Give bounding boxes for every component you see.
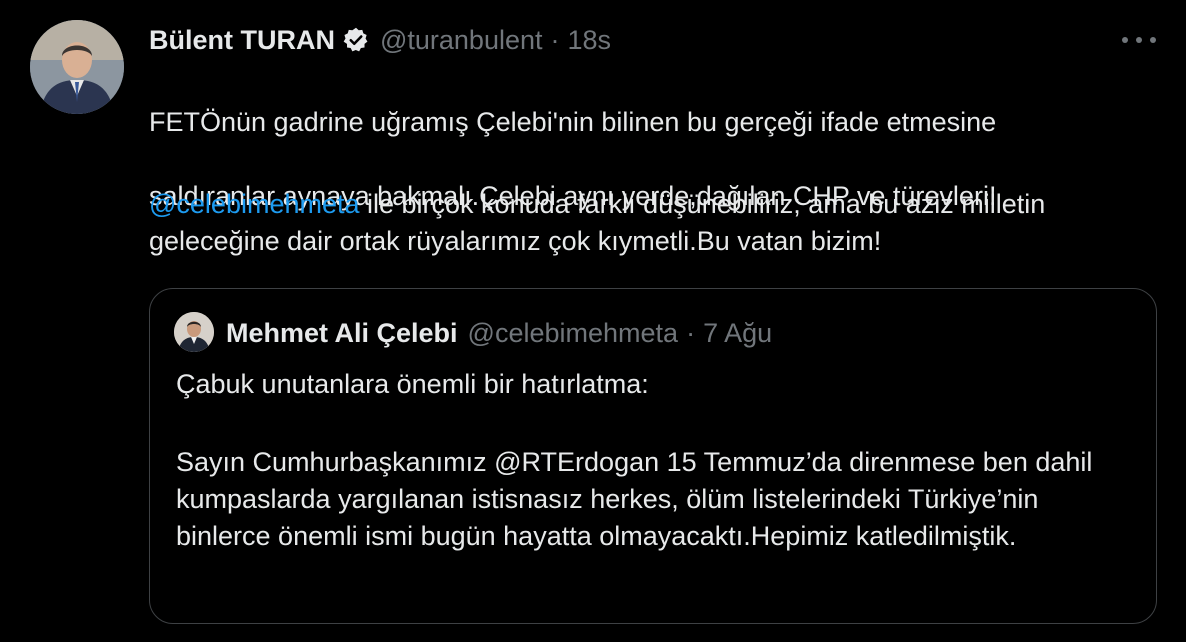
quoted-tweet[interactable]: Mehmet Ali Çelebi @celebimehmeta · 7 Ağu… <box>149 288 1157 624</box>
quoted-date[interactable]: 7 Ağu <box>703 318 772 349</box>
author-name[interactable]: Bülent TURAN <box>149 25 335 56</box>
verified-badge-icon <box>342 26 370 54</box>
quoted-separator-dot: · <box>686 317 696 348</box>
quoted-author-name[interactable]: Mehmet Ali Çelebi <box>226 318 458 349</box>
tweet-text-paragraph-2: @celebimehmeta ile birçok konuda farklı … <box>149 186 1159 260</box>
separator-dot: · <box>550 24 560 55</box>
quoted-author-handle[interactable]: @celebimehmeta <box>468 318 679 349</box>
quoted-author-avatar[interactable] <box>174 312 214 352</box>
tweet-header: Bülent TURAN @turanbulent · 18s <box>149 22 611 58</box>
timestamp[interactable]: 18s <box>568 25 612 56</box>
tweet[interactable]: Bülent TURAN @turanbulent · 18s FETÖnün … <box>0 0 1186 642</box>
quoted-tweet-header: Mehmet Ali Çelebi @celebimehmeta · 7 Ağu <box>226 315 772 351</box>
author-handle[interactable]: @turanbulent <box>380 25 543 56</box>
author-avatar[interactable] <box>30 20 124 114</box>
quoted-text-paragraph-1: Çabuk unutanlara önemli bir hatırlatma: <box>176 369 649 399</box>
tweet-text-line-1: FETÖnün gadrine uğramış Çelebi'nin bilin… <box>149 107 997 137</box>
mention-link[interactable]: @celebimehmeta <box>149 189 360 219</box>
quoted-text-paragraph-2: Sayın Cumhurbaşkanımız @RTErdogan 15 Tem… <box>176 447 1093 551</box>
more-options-icon[interactable] <box>1122 28 1156 52</box>
